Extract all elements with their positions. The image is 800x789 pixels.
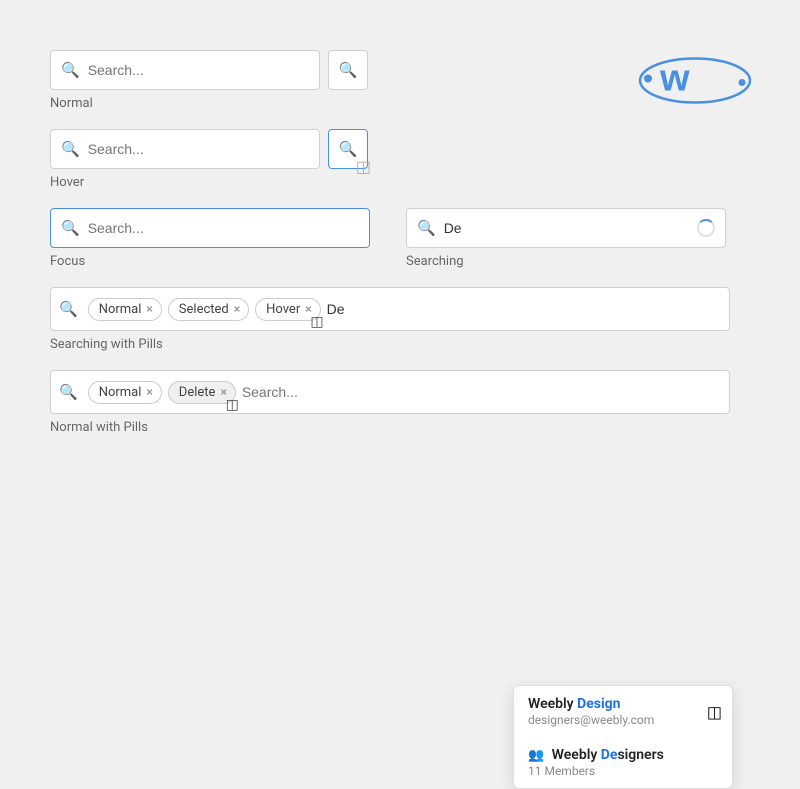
focus-label: Focus bbox=[50, 254, 394, 269]
group-icon: 👥 bbox=[528, 748, 544, 763]
normal-search-input[interactable] bbox=[88, 62, 309, 78]
pill-normal-2-remove[interactable]: × bbox=[146, 385, 152, 399]
search-dropdown: Weebly Design designers@weebly.com ◫ 👥 W… bbox=[513, 685, 733, 789]
searching-pills-section: 🔍 Normal × Selected × Hover × ◫ Searchin… bbox=[50, 287, 750, 352]
normal-pills-label: Normal with Pills bbox=[50, 420, 750, 435]
hover-search-wrap: 🔍 bbox=[50, 129, 320, 169]
pills-search-input[interactable] bbox=[327, 301, 721, 317]
dropdown-item-designers-title: 👥 Weebly Designers bbox=[528, 747, 718, 763]
searching-col: 🔍 Searching bbox=[406, 208, 750, 269]
normal-pills-search-input[interactable] bbox=[242, 384, 721, 400]
svg-text:w: w bbox=[659, 58, 690, 100]
pill-selected-remove[interactable]: × bbox=[234, 302, 240, 316]
pill-delete[interactable]: Delete × ◫ bbox=[168, 381, 236, 404]
hover-section: 🔍 🔍 ◫ Hover bbox=[50, 129, 750, 190]
search-icon-btn: 🔍 bbox=[339, 61, 358, 79]
cursor-icon: ◫ bbox=[356, 157, 371, 176]
dropdown-item-design[interactable]: Weebly Design designers@weebly.com ◫ bbox=[514, 686, 732, 737]
pill-selected[interactable]: Selected × bbox=[168, 298, 249, 321]
dropdown-design-prefix: Weebly bbox=[528, 696, 577, 712]
focus-col: 🔍 Focus bbox=[50, 208, 394, 269]
search-icon: 🔍 bbox=[61, 140, 80, 158]
search-icon: 🔍 bbox=[61, 219, 80, 237]
pills-search-wrap: 🔍 Normal × Selected × Hover × ◫ bbox=[50, 287, 730, 331]
hover-search-button[interactable]: 🔍 ◫ bbox=[328, 129, 368, 169]
normal-pills-section: 🔍 Normal × Delete × ◫ Normal with Pills bbox=[50, 370, 750, 435]
dropdown-designers-prefix: Weebly bbox=[552, 747, 601, 763]
search-icon: 🔍 bbox=[59, 300, 78, 318]
weebly-logo: w bbox=[630, 30, 760, 110]
searching-search-wrap: 🔍 bbox=[406, 208, 726, 248]
pill-delete-label: Delete bbox=[179, 385, 216, 400]
dropdown-designers-bold: De bbox=[601, 747, 618, 763]
search-icon: 🔍 bbox=[417, 219, 436, 237]
search-icon-btn: 🔍 bbox=[339, 140, 358, 158]
dropdown-item-design-title: Weebly Design bbox=[528, 696, 718, 712]
dropdown-item-designers[interactable]: 👥 Weebly Designers 11 Members bbox=[514, 737, 732, 788]
focus-searching-section: 🔍 Focus 🔍 Searching bbox=[50, 208, 750, 269]
dropdown-designers-suffix: signers bbox=[617, 747, 663, 763]
cursor-icon: ◫ bbox=[310, 314, 323, 330]
cursor-icon: ◫ bbox=[707, 702, 722, 721]
normal-pills-search-wrap: 🔍 Normal × Delete × ◫ bbox=[50, 370, 730, 414]
pill-normal-label: Normal bbox=[99, 302, 142, 317]
pill-hover-label: Hover bbox=[266, 302, 300, 317]
pill-normal-2-label: Normal bbox=[99, 385, 142, 400]
dropdown-design-email: designers@weebly.com bbox=[528, 713, 718, 727]
cursor-icon: ◫ bbox=[226, 397, 239, 413]
pill-normal[interactable]: Normal × bbox=[88, 298, 162, 321]
pill-selected-label: Selected bbox=[179, 302, 229, 317]
searching-pills-label: Searching with Pills bbox=[50, 337, 750, 352]
search-icon: 🔍 bbox=[59, 383, 78, 401]
search-icon: 🔍 bbox=[61, 61, 80, 79]
spinner-icon bbox=[697, 219, 715, 237]
searching-search-input[interactable] bbox=[444, 220, 697, 236]
pill-normal-remove[interactable]: × bbox=[146, 302, 152, 316]
logo-area: w bbox=[630, 30, 760, 114]
pill-normal-2[interactable]: Normal × bbox=[88, 381, 162, 404]
pill-hover[interactable]: Hover × ◫ bbox=[255, 298, 320, 321]
focus-search-wrap: 🔍 bbox=[50, 208, 370, 248]
normal-search-wrap: 🔍 bbox=[50, 50, 320, 90]
hover-search-input[interactable] bbox=[88, 141, 309, 157]
normal-search-button[interactable]: 🔍 bbox=[328, 50, 368, 90]
dropdown-design-bold: Design bbox=[577, 696, 620, 712]
focus-search-input[interactable] bbox=[88, 220, 359, 236]
hover-label: Hover bbox=[50, 175, 750, 190]
searching-label: Searching bbox=[406, 254, 750, 269]
dropdown-designers-members: 11 Members bbox=[528, 764, 718, 778]
